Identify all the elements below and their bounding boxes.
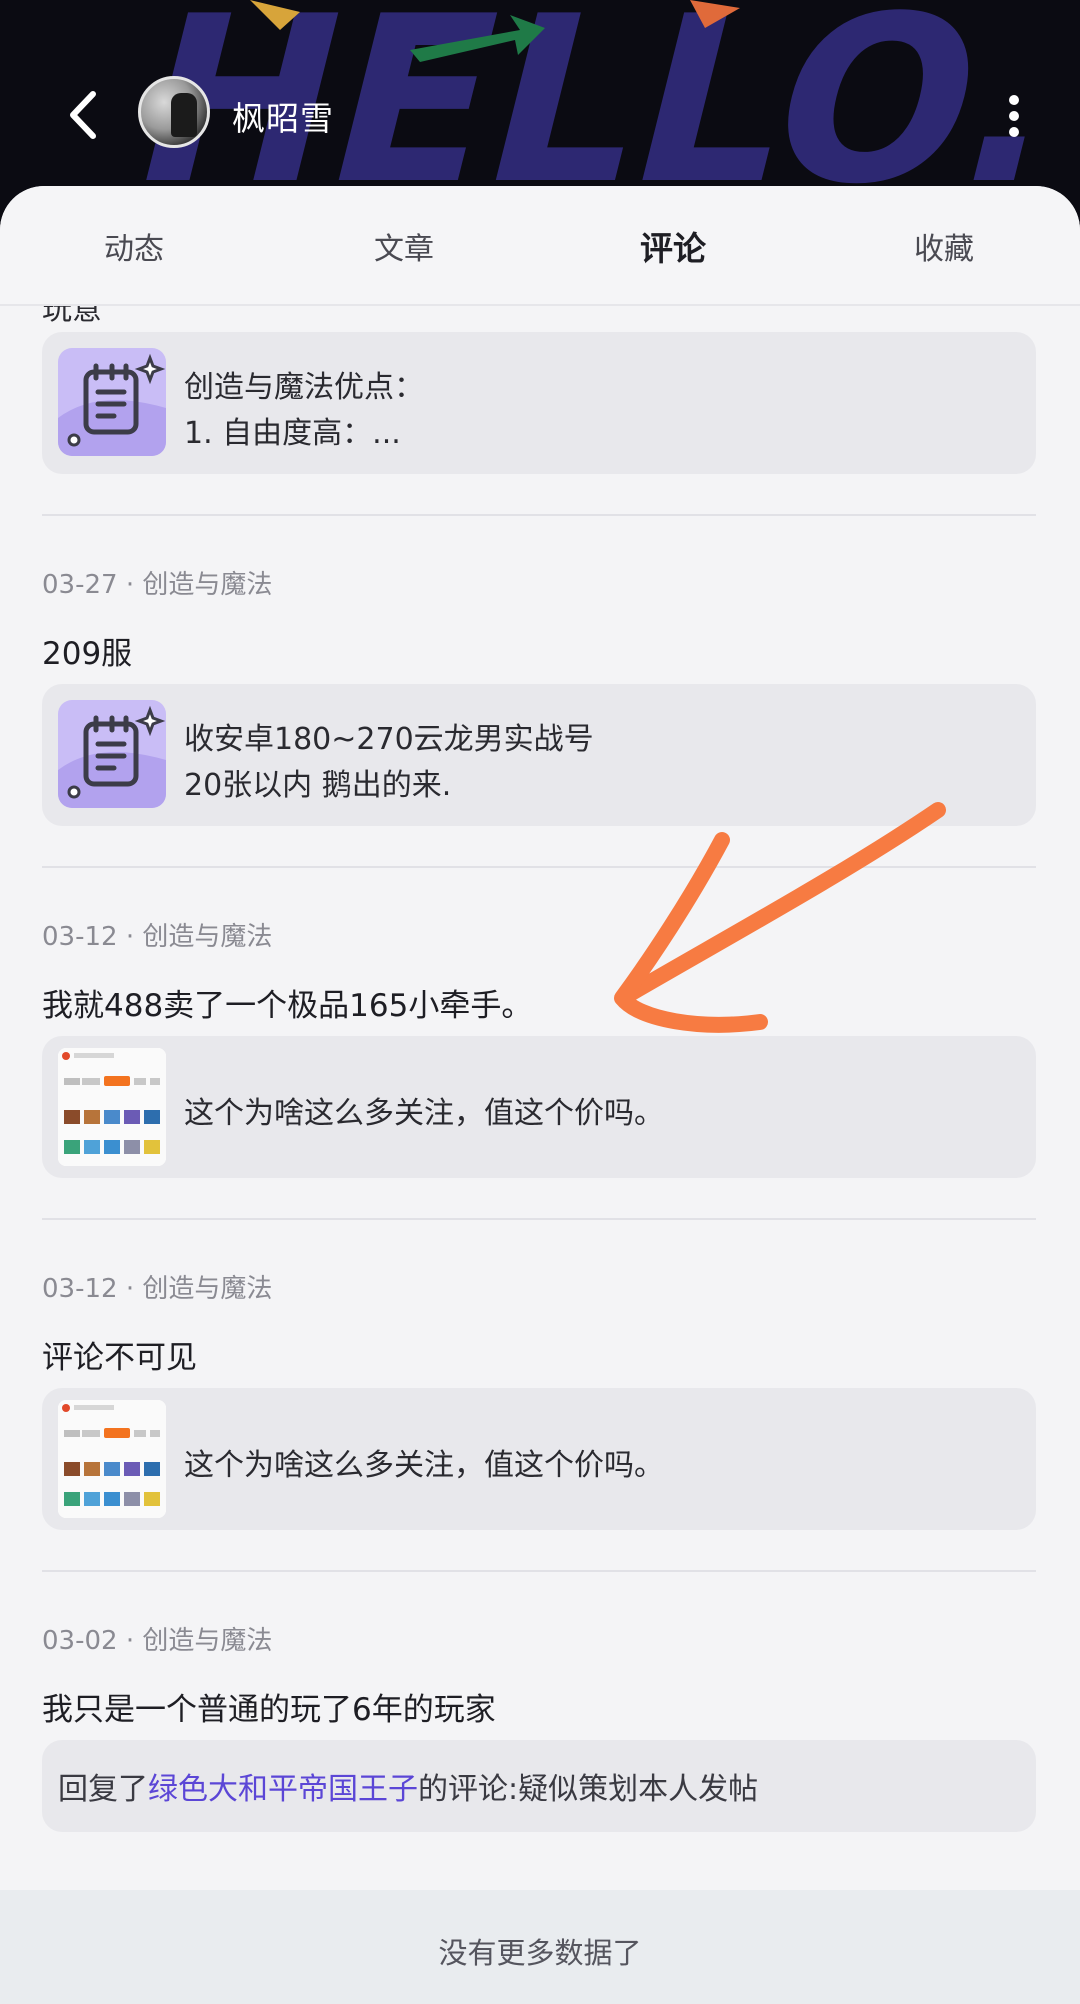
tab-articles[interactable]: 文章 [374,224,434,268]
quote-line: 收安卓180~270云龙男实战号 [184,722,594,757]
reply-prefix: 回复了 [58,1772,148,1807]
divider [42,866,1036,868]
back-button[interactable] [54,86,112,144]
tab-dynamics[interactable]: 动态 [104,224,164,268]
screenshot-image-icon [58,1400,166,1518]
more-dot-icon [1009,95,1019,105]
username: 枫昭雪 [232,99,334,138]
reply-card[interactable]: 回复了绿色大和平帝国王子的评论:疑似策划本人发帖 [42,1740,1036,1832]
reply-user-link[interactable]: 绿色大和平帝国王子 [148,1772,418,1807]
comment-text[interactable]: 我就488卖了一个极品165小牵手。 [42,980,532,1025]
quote-line: 这个为啥这么多关注，值这个价吗。 [184,1096,664,1131]
screenshot-thumbnail [58,1048,166,1166]
quote-line: 创造与魔法优点： [184,370,424,405]
divider [42,1570,1036,1572]
notebook-icon [58,353,166,456]
notebook-icon [58,705,166,808]
reply-suffix: 的评论:疑似策划本人发帖 [418,1772,759,1807]
divider [42,514,1036,516]
top-header: 枫昭雪 [0,70,1080,160]
more-dot-icon [1009,111,1019,121]
avatar[interactable] [138,76,210,148]
divider [42,1218,1036,1220]
notebook-thumbnail [58,700,166,808]
quote-line: 1. 自由度高：... [184,416,401,451]
tab-favorites[interactable]: 收藏 [914,224,974,268]
back-arrow-icon [70,91,96,139]
quoted-post-card[interactable]: 这个为啥这么多关注，值这个价吗。 [42,1388,1036,1530]
comment-meta: 03-02 · 创造与魔法 [42,1626,273,1656]
reply-line: 回复了绿色大和平帝国王子的评论:疑似策划本人发帖 [58,1764,758,1808]
more-dot-icon [1009,127,1019,137]
quote-line: 这个为啥这么多关注，值这个价吗。 [184,1448,664,1483]
profile-content-sheet: 动态 文章 评论 收藏 玩意 创造与魔法优点： 1. 自由度高：... 03-2… [0,186,1080,2004]
quoted-post-card[interactable]: 这个为啥这么多关注，值这个价吗。 [42,1036,1036,1178]
tab-bar: 动态 文章 评论 收藏 [0,186,1080,306]
quoted-post-card[interactable]: 收安卓180~270云龙男实战号 20张以内 鹅出的来. [42,684,1036,826]
quoted-post-card[interactable]: 创造与魔法优点： 1. 自由度高：... [42,332,1036,474]
screenshot-thumbnail [58,1400,166,1518]
comment-meta: 03-12 · 创造与魔法 [42,1274,273,1304]
list-footer: 没有更多数据了 [0,1890,1080,2004]
comment-feed: 玩意 创造与魔法优点： 1. 自由度高：... 03-27 · 创造与魔法 20… [0,306,1080,2004]
comment-text[interactable]: 我只是一个普通的玩了6年的玩家 [42,1684,496,1729]
quote-line: 20张以内 鹅出的来. [184,768,452,803]
more-options-button[interactable] [994,88,1034,144]
truncated-text: 玩意 [42,306,102,327]
comment-meta: 03-27 · 创造与魔法 [42,570,273,600]
no-more-data-text: 没有更多数据了 [438,1936,642,1970]
comment-meta: 03-12 · 创造与魔法 [42,922,273,952]
screenshot-image-icon [58,1048,166,1166]
screen: HELLO. 枫昭雪 动态 文章 评论 收藏 玩意 创造与魔法优点： 1. 自由… [0,0,1080,2004]
notebook-thumbnail [58,348,166,456]
comment-text[interactable]: 209服 [42,628,132,673]
tab-comments[interactable]: 评论 [640,222,706,270]
comment-text[interactable]: 评论不可见 [42,1332,197,1377]
